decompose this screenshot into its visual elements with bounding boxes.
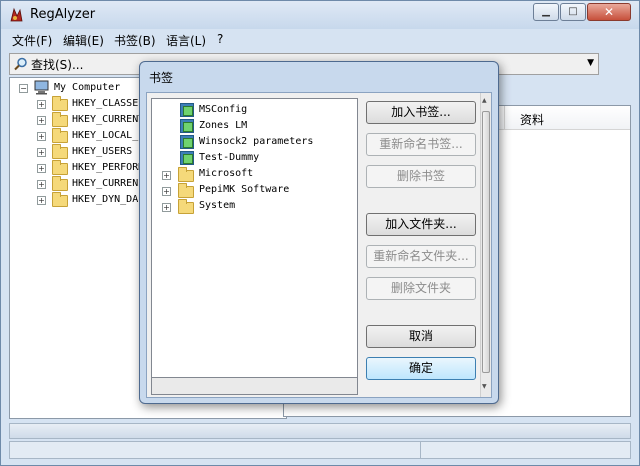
delete-folder-button[interactable]: 删除文件夹 — [366, 277, 476, 300]
dialog-body: MSConfig Zones LM Winsock2 parameters Te… — [146, 92, 492, 398]
registry-key-icon — [180, 135, 194, 149]
bookmark-label: Zones LM — [199, 120, 248, 131]
bookmark-folder-label: System — [199, 200, 236, 211]
scroll-down-icon[interactable]: ▼ — [482, 383, 487, 390]
ok-button[interactable]: 确定 — [366, 357, 476, 380]
expand-icon[interactable]: + — [37, 148, 46, 157]
add-folder-button[interactable]: 加入文件夹... — [366, 213, 476, 236]
tree-item-label: HKEY_CURRENT — [72, 114, 145, 125]
folder-icon — [52, 144, 68, 159]
menu-edit[interactable]: 编辑(E) — [63, 32, 104, 49]
bottom-bar — [9, 441, 631, 459]
menu-help[interactable]: ? — [217, 32, 223, 46]
window-title: RegAlyzer — [30, 7, 96, 22]
status-bar — [9, 423, 631, 439]
expand-icon[interactable]: + — [162, 203, 171, 212]
bookmarks-dialog: 书签 MSConfig Zones LM Winsock2 parameters… — [139, 61, 499, 404]
expand-icon[interactable]: + — [37, 164, 46, 173]
folder-icon — [178, 167, 194, 182]
status-divider — [420, 442, 421, 458]
tree-item-label: HKEY_LOCAL_ — [72, 130, 139, 141]
bookmark-label: Test-Dummy — [199, 152, 260, 163]
menu-bar: 文件(F) 编辑(E) 书签(B) 语言(L) ? — [1, 29, 639, 51]
tree-item-label: HKEY_CURREN — [72, 178, 139, 189]
app-logo-icon — [10, 7, 23, 22]
expand-icon[interactable]: + — [37, 116, 46, 125]
registry-key-icon — [180, 103, 194, 117]
add-bookmark-button[interactable]: 加入书签... — [366, 101, 476, 124]
minimize-button[interactable]: ▁ — [533, 3, 559, 21]
vertical-scrollbar[interactable]: ▲ ▼ — [480, 93, 491, 397]
search-button[interactable]: 查找(S)... — [14, 55, 83, 73]
bookmark-label: Winsock2 parameters — [199, 136, 314, 147]
menu-bookmarks[interactable]: 书签(B) — [114, 32, 156, 49]
bookmark-folder-label: PepiMK Software — [199, 184, 290, 195]
dialog-title: 书签 — [149, 71, 174, 85]
column-header-data[interactable]: 资料 — [520, 111, 544, 128]
column-divider[interactable] — [504, 106, 505, 130]
expand-icon[interactable]: + — [37, 196, 46, 205]
folder-icon — [52, 128, 68, 143]
bookmark-label: MSConfig — [199, 104, 248, 115]
tree-item-label: HKEY_CLASSES — [72, 98, 145, 109]
scroll-up-icon[interactable]: ▲ — [482, 97, 487, 104]
close-button[interactable]: ✕ — [587, 3, 631, 21]
cancel-button[interactable]: 取消 — [366, 325, 476, 348]
tree-item-label: HKEY_DYN_DA — [72, 194, 139, 205]
search-label: 查找(S)... — [31, 57, 84, 72]
title-bar[interactable]: RegAlyzer ▁ □ ✕ — [1, 1, 639, 29]
folder-icon — [52, 176, 68, 191]
folder-icon — [52, 96, 68, 111]
tree-item-label: HKEY_PERFORM — [72, 162, 145, 173]
menu-language[interactable]: 语言(L) — [166, 32, 206, 49]
expand-icon[interactable]: + — [37, 180, 46, 189]
computer-icon — [34, 80, 49, 95]
tree-root-label[interactable]: My Computer — [54, 82, 120, 93]
expand-icon[interactable]: + — [162, 171, 171, 180]
expand-icon[interactable]: + — [37, 100, 46, 109]
delete-bookmark-button[interactable]: 删除书签 — [366, 165, 476, 188]
folder-icon — [52, 112, 68, 127]
rename-bookmark-button[interactable]: 重新命名书签... — [366, 133, 476, 156]
rename-folder-button[interactable]: 重新命名文件夹... — [366, 245, 476, 268]
search-icon — [14, 57, 27, 71]
maximize-button[interactable]: □ — [560, 3, 586, 21]
registry-key-icon — [180, 151, 194, 165]
chevron-down-icon[interactable]: ▼ — [587, 58, 594, 68]
folder-icon — [178, 183, 194, 198]
menu-file[interactable]: 文件(F) — [12, 32, 52, 49]
expand-icon[interactable]: + — [37, 132, 46, 141]
tree-item-label: HKEY_USERS — [72, 146, 133, 157]
folder-icon — [52, 192, 68, 207]
bookmark-tree[interactable]: MSConfig Zones LM Winsock2 parameters Te… — [151, 98, 358, 378]
horizontal-scrollbar[interactable] — [151, 378, 358, 395]
scrollbar-thumb[interactable] — [482, 111, 490, 373]
folder-icon — [52, 160, 68, 175]
expand-icon[interactable]: + — [162, 187, 171, 196]
bookmark-folder-label: Microsoft — [199, 168, 254, 179]
folder-icon — [178, 199, 194, 214]
registry-key-icon — [180, 119, 194, 133]
collapse-icon[interactable]: − — [19, 84, 28, 93]
